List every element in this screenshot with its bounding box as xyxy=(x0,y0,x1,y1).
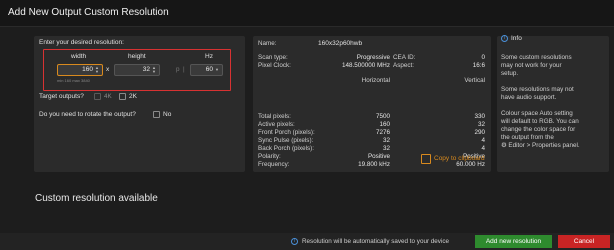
timing-row-vertical: 4 xyxy=(481,145,485,152)
info-line: have audio support. xyxy=(501,94,557,101)
info-line: Some resolutions may not xyxy=(501,86,574,93)
info-line: will default to RGB. You can xyxy=(501,118,579,125)
timing-row-vertical: 290 xyxy=(474,129,485,136)
target-outputs-label: Target outputs? xyxy=(39,93,84,100)
height-value: 32 xyxy=(142,66,150,73)
chevron-down-icon[interactable]: ▼ xyxy=(214,68,220,77)
stepper-arrows-icon[interactable]: ▲ ▼ xyxy=(151,66,157,75)
timing-row-label: Back Porch (pixels): xyxy=(258,145,314,152)
autosave-note: Resolution will be automatically saved t… xyxy=(302,238,450,245)
copy-icon[interactable] xyxy=(421,154,431,164)
info-line: Some custom resolutions xyxy=(501,54,572,61)
height-stepper[interactable]: 32 ▲ ▼ xyxy=(114,64,160,76)
info-line-text: Editor > Properties panel. xyxy=(508,142,580,149)
vertical-header: Vertical xyxy=(464,77,485,84)
cea-id-value: 0 xyxy=(481,54,485,61)
aspect-value: 16:6 xyxy=(472,62,485,69)
info-line: ⚙ Editor > Properties panel. xyxy=(501,142,580,149)
cea-id-label: CEA ID: xyxy=(393,54,416,61)
add-new-resolution-button[interactable]: Add new resolution xyxy=(475,235,552,248)
info-line: change the color space for xyxy=(501,126,576,133)
info-heading: Info xyxy=(511,35,522,42)
footer-info-icon: i xyxy=(291,238,298,245)
option-2k-label: 2K xyxy=(129,93,137,100)
timing-row-horizontal: 32 xyxy=(382,145,390,152)
info-line: setup. xyxy=(501,70,519,77)
timing-row-label: Sync Pulse (pixels): xyxy=(258,137,314,144)
timing-row-label: Polarity: xyxy=(258,153,281,160)
horizontal-header: Horizontal xyxy=(361,77,390,84)
timing-row-label: Total pixels: xyxy=(258,113,291,120)
window-title: Add New Output Custom Resolution xyxy=(8,7,169,18)
height-label: height xyxy=(128,53,146,60)
timing-row-vertical: 330 xyxy=(474,113,485,120)
timing-row-vertical: 4 xyxy=(481,137,485,144)
width-value: 160 xyxy=(82,66,93,73)
resolution-prompt: Enter your desired resolution: xyxy=(39,39,124,46)
cancel-button[interactable]: Cancel xyxy=(558,235,610,248)
aspect-label: Aspect: xyxy=(393,62,414,69)
hz-value: 60 xyxy=(205,66,213,73)
info-line: the output from the xyxy=(501,134,554,141)
title-bar: Add New Output Custom Resolution xyxy=(0,0,614,27)
pixel-clock-value: 148.500000 MHz xyxy=(342,62,390,69)
timing-row-label: Active pixels: xyxy=(258,121,295,128)
progressive-label: p xyxy=(176,66,180,73)
timing-row-label: Frequency: xyxy=(258,161,290,168)
hz-label: Hz xyxy=(205,53,213,60)
timing-row-label: Front Porch (pixels): xyxy=(258,129,315,136)
editor-icon: ⚙ xyxy=(501,142,507,149)
name-value: 160x32p60hwb xyxy=(318,40,363,47)
pixel-clock-label: Pixel Clock: xyxy=(258,62,291,69)
width-minmax-hint: min 160 max 3840 xyxy=(57,78,90,83)
copy-to-clipboard-link[interactable]: Copy to clipboard xyxy=(434,155,485,162)
timing-row-horizontal: 32 xyxy=(382,137,390,144)
option-4k-label: 4K xyxy=(104,93,112,100)
timing-row-horizontal: 7276 xyxy=(375,129,390,136)
checkbox-2k[interactable] xyxy=(119,93,126,100)
hz-select[interactable]: 60 ▼ xyxy=(190,64,223,76)
option-no-label: No xyxy=(163,111,172,118)
stepper-arrows-icon[interactable]: ▲ ▼ xyxy=(94,66,100,75)
info-line: Colour space Auto setting xyxy=(501,110,573,117)
scan-type-label: Scan type: xyxy=(258,54,288,61)
width-stepper[interactable]: 160 ▲ ▼ xyxy=(57,64,103,76)
info-line: may not work for your xyxy=(501,62,562,69)
scan-type-value: Progressive xyxy=(356,54,390,61)
info-icon: i xyxy=(501,35,508,42)
timing-row-horizontal: Positive xyxy=(367,153,390,160)
timing-row-horizontal: 7500 xyxy=(375,113,390,120)
checkbox-4k[interactable] xyxy=(94,93,101,100)
name-label: Name: xyxy=(258,40,277,47)
custom-resolution-heading: Custom resolution available xyxy=(35,193,158,204)
timing-row-vertical: 32 xyxy=(477,121,485,128)
timing-row-horizontal: 19.800 kHz xyxy=(358,161,390,168)
dialog-content: Enter your desired resolution: width hei… xyxy=(0,27,614,233)
separator-bar: | xyxy=(183,66,185,73)
timing-row-horizontal: 160 xyxy=(379,121,390,128)
rotate-label: Do you need to rotate the output? xyxy=(39,111,136,118)
x-separator: x xyxy=(106,66,110,73)
timing-row-vertical: 60.000 Hz xyxy=(456,161,485,168)
width-label: width xyxy=(71,53,87,60)
checkbox-rotate-no[interactable] xyxy=(153,111,160,118)
